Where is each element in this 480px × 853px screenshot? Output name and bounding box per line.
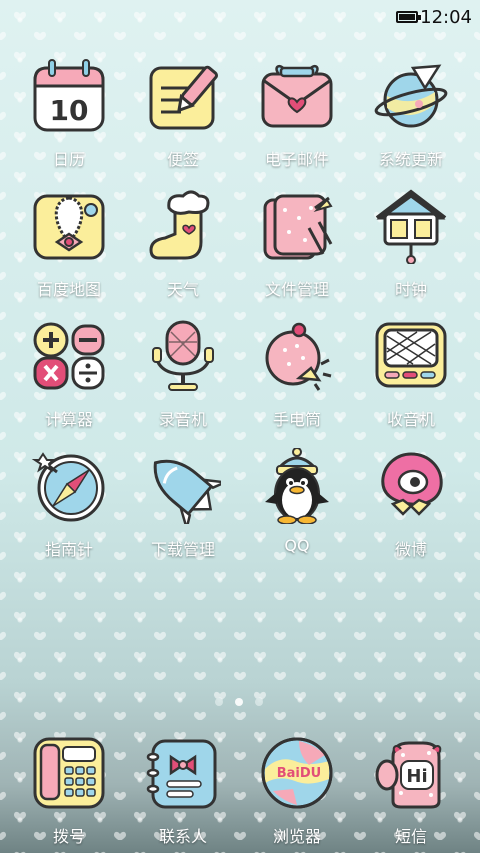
app-baidu-map[interactable]: 百度地图 [14, 188, 124, 308]
dock-label: 联系人 [158, 827, 207, 846]
app-label: 系统更新 [378, 150, 443, 169]
app-radio[interactable]: 收音机 [356, 318, 466, 438]
app-label: 便签 [166, 150, 199, 169]
folder-icon [263, 194, 333, 260]
app-label: 下载管理 [150, 540, 215, 559]
app-download-manager[interactable]: 下载管理 [128, 448, 238, 568]
page-indicator [0, 698, 480, 708]
dock-app-browser[interactable]: BaiDU 浏览器 [242, 735, 352, 853]
app-email[interactable]: 电子邮件 [242, 58, 352, 178]
app-calculator[interactable]: 计算器 [14, 318, 124, 438]
app-label: 计算器 [44, 410, 93, 429]
planet-icon [374, 64, 448, 128]
svg-text:Hi: Hi [406, 766, 427, 787]
dock-label: 短信 [394, 827, 427, 846]
app-label: 时钟 [394, 280, 427, 299]
app-label: 收音机 [386, 410, 435, 429]
svg-text:10: 10 [50, 94, 89, 127]
app-label: 日历 [52, 150, 85, 169]
rocket-icon [153, 459, 221, 524]
app-clock[interactable]: 时钟 [356, 188, 466, 308]
app-label: 电子邮件 [264, 150, 329, 169]
calendar-icon: 10 [33, 59, 105, 132]
message-icon: Hi [375, 741, 442, 809]
app-label: QQ [284, 536, 310, 555]
dock-app-contacts[interactable]: 联系人 [128, 735, 238, 853]
page-dot[interactable] [255, 698, 263, 706]
notepad-icon [149, 65, 219, 130]
flashlight-icon [265, 322, 332, 391]
status-bar: 12:04 [0, 0, 480, 36]
radio-icon [375, 322, 447, 388]
app-system-update[interactable]: 系统更新 [356, 58, 466, 178]
dock-app-dialer[interactable]: 拨号 [14, 735, 124, 853]
map-icon [33, 194, 105, 260]
dock-label: 浏览器 [272, 827, 321, 846]
app-file-manager[interactable]: 文件管理 [242, 188, 352, 308]
app-label: 天气 [166, 280, 199, 299]
app-label: 指南针 [44, 540, 93, 559]
phone-icon [33, 737, 105, 809]
dock-app-messages[interactable]: Hi 短信 [356, 735, 466, 853]
boot-icon [149, 190, 210, 260]
penguin-icon [265, 448, 329, 524]
status-time: 12:04 [420, 7, 472, 28]
birdhouse-clock-icon [375, 189, 447, 264]
app-label: 微博 [394, 540, 427, 559]
app-label: 文件管理 [264, 280, 329, 299]
battery-icon [396, 11, 421, 23]
home-screen: 12:04 10 日历 便签 电子邮件 系统更新 百度地图 天气 文件管理 时钟… [0, 0, 480, 853]
weibo-icon [381, 452, 443, 516]
app-recorder[interactable]: 录音机 [128, 318, 238, 438]
app-calendar[interactable]: 10 日历 [14, 58, 124, 178]
app-weibo[interactable]: 微博 [356, 448, 466, 568]
contacts-icon [146, 739, 217, 809]
app-qq[interactable]: QQ [242, 448, 352, 568]
app-compass[interactable]: 指南针 [14, 448, 124, 568]
browser-icon: BaiDU [261, 737, 333, 809]
app-weather[interactable]: 天气 [128, 188, 238, 308]
dock: 拨号 联系人 BaiDU 浏览器 Hi 短信 [0, 735, 480, 853]
page-dot[interactable] [215, 698, 223, 706]
compass-icon [31, 452, 105, 522]
calculator-icon [33, 322, 105, 390]
mail-icon [261, 64, 333, 128]
app-label: 百度地图 [36, 280, 101, 299]
app-flashlight[interactable]: 手电筒 [242, 318, 352, 438]
app-label: 手电筒 [272, 410, 321, 429]
app-label: 录音机 [158, 410, 207, 429]
page-dot-active[interactable] [235, 698, 243, 706]
dock-label: 拨号 [52, 827, 85, 846]
svg-text:BaiDU: BaiDU [277, 766, 321, 781]
microphone-icon [152, 320, 214, 391]
app-notepad[interactable]: 便签 [128, 58, 238, 178]
